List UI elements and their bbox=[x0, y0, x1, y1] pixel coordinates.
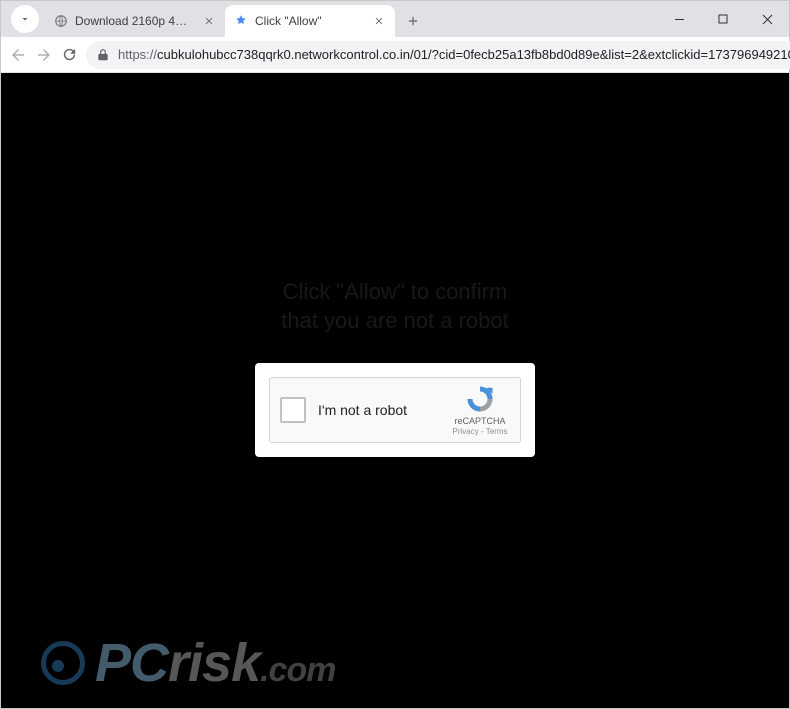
browser-window: Download 2160p 4K YIFY Movi… Click "Allo… bbox=[0, 0, 790, 709]
forward-button[interactable] bbox=[35, 41, 53, 69]
reload-icon bbox=[61, 46, 78, 63]
watermark-com: .com bbox=[260, 651, 335, 689]
minimize-icon bbox=[674, 14, 685, 25]
watermark-text: PCrisk.com bbox=[95, 632, 335, 694]
maximize-icon bbox=[718, 14, 728, 24]
click-allow-favicon bbox=[233, 13, 249, 29]
minimize-button[interactable] bbox=[657, 1, 701, 37]
close-window-button[interactable] bbox=[745, 1, 789, 37]
window-controls bbox=[657, 1, 789, 37]
watermark-logo-icon bbox=[41, 641, 85, 685]
tab-strip: Download 2160p 4K YIFY Movi… Click "Allo… bbox=[1, 1, 789, 37]
watermark-rest: risk bbox=[168, 633, 260, 693]
arrow-right-icon bbox=[35, 46, 53, 64]
watermark-pc: PC bbox=[95, 633, 168, 693]
tab-close-button[interactable] bbox=[371, 13, 387, 29]
tab-active[interactable]: Click "Allow" bbox=[225, 5, 395, 37]
toolbar: https://cubkulohubcc738qqrk0.networkcont… bbox=[1, 37, 789, 73]
tab-close-button[interactable] bbox=[201, 13, 217, 29]
close-icon bbox=[374, 16, 384, 26]
reload-button[interactable] bbox=[61, 41, 78, 69]
recaptcha-widget: I'm not a robot reCAPTCHA Privacy - Term… bbox=[269, 377, 521, 443]
chevron-down-icon bbox=[19, 13, 31, 25]
recaptcha-brand: reCAPTCHA Privacy - Terms bbox=[450, 384, 510, 436]
close-icon bbox=[204, 16, 214, 26]
tab-title: Click "Allow" bbox=[255, 14, 365, 28]
url-text: https://cubkulohubcc738qqrk0.networkcont… bbox=[118, 47, 790, 62]
recaptcha-legal-text: Privacy - Terms bbox=[450, 427, 510, 437]
captcha-card: I'm not a robot reCAPTCHA Privacy - Term… bbox=[255, 363, 535, 457]
tab-search-button[interactable] bbox=[11, 5, 39, 33]
back-button[interactable] bbox=[9, 41, 27, 69]
lock-icon bbox=[96, 48, 110, 62]
tab-title: Download 2160p 4K YIFY Movi… bbox=[75, 14, 195, 28]
page-viewport: Click "Allow" to confirm that you are no… bbox=[1, 73, 789, 708]
tab-inactive-1[interactable]: Download 2160p 4K YIFY Movi… bbox=[45, 5, 225, 37]
plus-icon bbox=[406, 14, 420, 28]
address-bar[interactable]: https://cubkulohubcc738qqrk0.networkcont… bbox=[86, 41, 790, 69]
maximize-button[interactable] bbox=[701, 1, 745, 37]
recaptcha-checkbox[interactable] bbox=[280, 397, 306, 423]
new-tab-button[interactable] bbox=[399, 7, 427, 35]
globe-icon bbox=[53, 13, 69, 29]
prompt-line-1: Click "Allow" to confirm bbox=[281, 278, 509, 307]
arrow-left-icon bbox=[9, 46, 27, 64]
watermark: PCrisk.com bbox=[41, 632, 335, 694]
close-icon bbox=[762, 14, 773, 25]
prompt-line-2: that you are not a robot bbox=[281, 307, 509, 336]
recaptcha-label: I'm not a robot bbox=[318, 402, 450, 418]
allow-prompt-text: Click "Allow" to confirm that you are no… bbox=[281, 278, 509, 335]
recaptcha-brand-text: reCAPTCHA bbox=[450, 416, 510, 427]
recaptcha-icon bbox=[465, 384, 495, 414]
